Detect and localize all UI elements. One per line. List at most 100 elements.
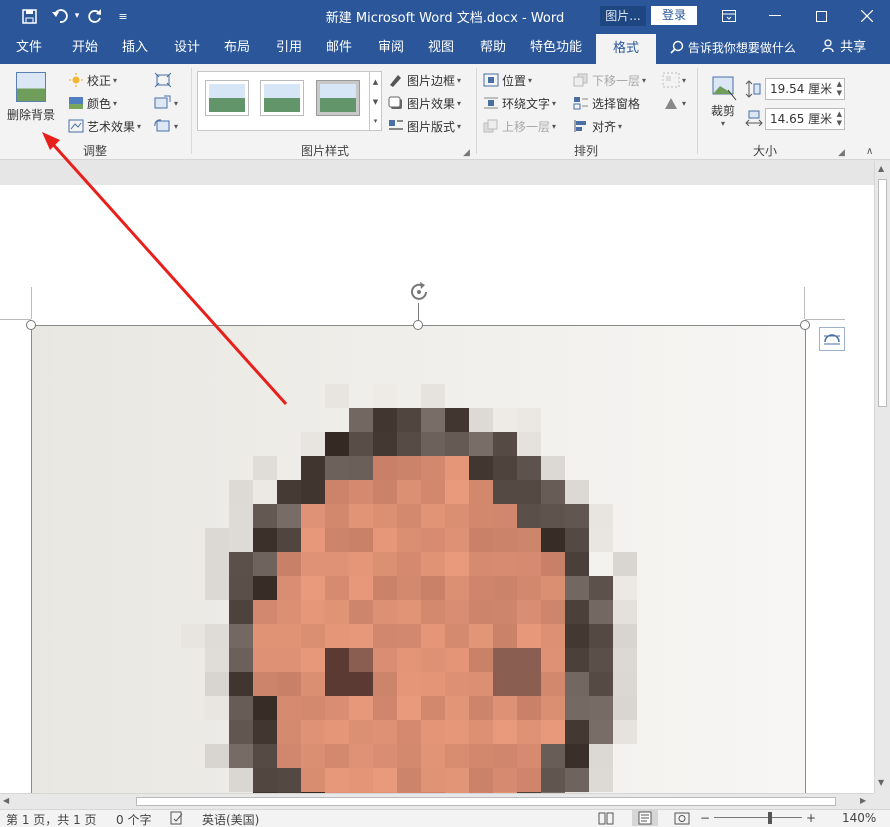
- compress-pictures-icon[interactable]: [154, 70, 172, 90]
- artistic-effects-button[interactable]: 艺术效果 ▾: [68, 116, 141, 136]
- horizontal-scroll-thumb[interactable]: [136, 797, 836, 806]
- resize-handle[interactable]: [413, 320, 423, 330]
- scroll-up-icon[interactable]: ▲: [878, 164, 884, 173]
- collapse-ribbon-icon[interactable]: ∧: [866, 146, 873, 157]
- height-spinner[interactable]: ▲ ▼: [837, 80, 842, 98]
- selected-picture[interactable]: [31, 325, 806, 793]
- tab-references[interactable]: 引用: [266, 32, 312, 64]
- color-button[interactable]: 颜色 ▾: [68, 93, 117, 113]
- group-objects-icon[interactable]: ▾: [662, 70, 686, 90]
- dialog-launcher-icon[interactable]: ◢: [463, 148, 470, 158]
- maximize-icon[interactable]: [798, 0, 844, 32]
- chevron-up-icon[interactable]: ▲: [370, 72, 381, 92]
- wrap-text-label: 环绕文字: [502, 96, 551, 111]
- corrections-button[interactable]: 校正 ▾: [68, 70, 117, 90]
- style-thumbnail[interactable]: [260, 80, 304, 116]
- position-button[interactable]: 位置 ▾: [483, 70, 532, 90]
- tab-home[interactable]: 开始: [62, 32, 108, 64]
- tell-me-search[interactable]: 告诉我你想要做什么: [670, 32, 796, 64]
- zoom-slider[interactable]: [714, 817, 802, 818]
- vertical-scroll-thumb[interactable]: [878, 179, 887, 407]
- group-label-arrange: 排列: [573, 144, 598, 158]
- chevron-down-icon[interactable]: ▼: [370, 92, 381, 112]
- minimize-icon[interactable]: [752, 0, 798, 32]
- margin-mark: [804, 287, 805, 319]
- picture-effects-button[interactable]: 图片效果 ▾: [388, 93, 461, 113]
- zoom-level[interactable]: 140%: [842, 811, 876, 825]
- change-picture-icon[interactable]: ▾: [154, 93, 178, 113]
- resize-handle[interactable]: [26, 320, 36, 330]
- scroll-right-icon[interactable]: ▶: [860, 796, 866, 805]
- person-icon: [822, 39, 840, 55]
- selection-pane-label: 选择窗格: [592, 96, 641, 111]
- redo-icon[interactable]: [80, 0, 110, 32]
- style-thumbnail[interactable]: [316, 80, 360, 116]
- height-icon: [745, 80, 761, 101]
- sun-icon: [68, 73, 84, 87]
- bring-forward-icon: [483, 119, 499, 133]
- picture-layout-button[interactable]: 图片版式 ▾: [388, 116, 461, 136]
- reset-picture-icon[interactable]: ▾: [154, 116, 178, 136]
- picture-styles-gallery[interactable]: [197, 71, 381, 131]
- zoom-out-icon[interactable]: −: [700, 811, 710, 825]
- tab-file[interactable]: 文件: [6, 32, 52, 64]
- tab-layout[interactable]: 布局: [214, 32, 260, 64]
- resize-handle[interactable]: [800, 320, 810, 330]
- print-layout-icon[interactable]: [632, 810, 658, 826]
- picture-border-button[interactable]: 图片边框 ▾: [388, 70, 461, 90]
- scroll-down-icon[interactable]: ▼: [878, 778, 884, 787]
- horizontal-scrollbar[interactable]: ◀ ▶: [0, 793, 874, 809]
- send-backward-button[interactable]: 下移一层 ▾: [573, 70, 646, 90]
- proofing-icon[interactable]: [170, 811, 184, 827]
- tab-help[interactable]: 帮助: [470, 32, 516, 64]
- crop-button[interactable]: 裁剪 ▾: [706, 72, 740, 132]
- dialog-launcher-icon[interactable]: ◢: [838, 148, 845, 158]
- position-icon: [483, 73, 499, 87]
- customize-qat-icon[interactable]: ≡: [108, 0, 138, 32]
- picture-border-icon: [388, 73, 404, 87]
- tab-featured[interactable]: 特色功能: [524, 32, 588, 64]
- word-count[interactable]: 0 个字: [116, 811, 151, 827]
- zoom-in-icon[interactable]: +: [806, 811, 816, 825]
- share-button[interactable]: 共享: [822, 32, 866, 64]
- tab-insert[interactable]: 插入: [112, 32, 158, 64]
- login-button[interactable]: 登录: [651, 6, 697, 25]
- web-layout-icon[interactable]: [674, 811, 690, 827]
- tab-review[interactable]: 审阅: [368, 32, 414, 64]
- group-divider: [191, 68, 192, 154]
- document-page[interactable]: [0, 185, 874, 793]
- language[interactable]: 英语(美国): [202, 811, 259, 827]
- picture-effects-label: 图片效果: [407, 96, 456, 111]
- corrections-label: 校正: [87, 73, 112, 88]
- read-mode-icon[interactable]: [598, 811, 614, 827]
- margin-mark: [805, 319, 845, 320]
- ribbon-display-icon[interactable]: [706, 0, 752, 32]
- shape-height-field[interactable]: 19.54 厘米 ▲ ▼: [765, 78, 845, 100]
- tab-format[interactable]: 格式: [596, 34, 656, 64]
- context-tab-label: 图片...: [600, 6, 646, 26]
- zoom-slider-thumb[interactable]: [768, 812, 772, 824]
- status-bar: 第 1 页，共 1 页 0 个字 英语(美国) − + 140%: [0, 809, 890, 827]
- picture-border-label: 图片边框: [407, 73, 456, 88]
- page-count[interactable]: 第 1 页，共 1 页: [6, 811, 97, 827]
- vertical-scrollbar[interactable]: ▲ ▼: [874, 161, 890, 793]
- wrap-text-button[interactable]: 环绕文字 ▾: [483, 93, 556, 113]
- width-spinner[interactable]: ▲ ▼: [837, 110, 842, 128]
- bring-forward-button[interactable]: 上移一层 ▾: [483, 116, 556, 136]
- tab-design[interactable]: 设计: [164, 32, 210, 64]
- selection-pane-button[interactable]: 选择窗格: [573, 93, 640, 113]
- save-icon[interactable]: [14, 0, 44, 32]
- rotate-handle-icon[interactable]: [407, 280, 431, 307]
- more-icon[interactable]: ▾: [370, 112, 381, 130]
- tab-view[interactable]: 视图: [418, 32, 464, 64]
- shape-width-field[interactable]: 14.65 厘米 ▲ ▼: [765, 108, 845, 130]
- remove-background-button[interactable]: 删除背景: [3, 70, 59, 130]
- gallery-scroll[interactable]: ▲ ▼ ▾: [369, 71, 382, 131]
- scroll-left-icon[interactable]: ◀: [3, 796, 9, 805]
- close-icon[interactable]: [844, 0, 890, 32]
- style-thumbnail[interactable]: [205, 80, 249, 116]
- align-button[interactable]: 对齐 ▾: [573, 116, 622, 136]
- rotate-objects-icon[interactable]: ▾: [662, 93, 686, 113]
- tab-mailings[interactable]: 邮件: [316, 32, 362, 64]
- layout-options-icon[interactable]: [819, 327, 845, 351]
